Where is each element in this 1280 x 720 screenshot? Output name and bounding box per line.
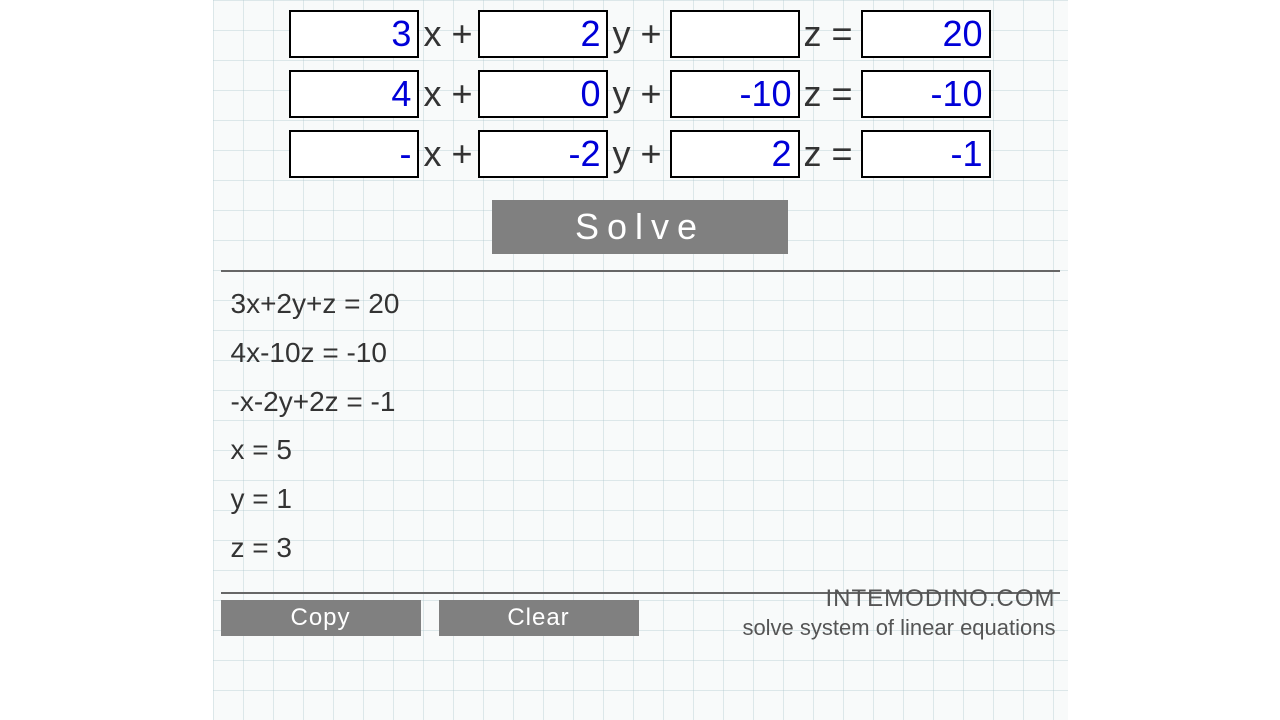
coef-1-rhs[interactable] [861,10,991,58]
label-x-plus: x + [419,73,478,115]
equations-input-area: x + y + z = x + y + z = x + y + z = [213,0,1068,184]
result-line: z = 3 [231,526,1050,571]
result-line: x = 5 [231,428,1050,473]
brand-block: INTEMODINO.COM solve system of linear eq… [742,584,1059,642]
coef-3-y[interactable] [478,130,608,178]
label-z-eq: z = [800,13,861,55]
coef-2-z[interactable] [670,70,800,118]
equation-row-2: x + y + z = [213,64,1068,124]
label-z-eq: z = [800,133,861,175]
label-y-plus: y + [608,13,669,55]
coef-3-rhs[interactable] [861,130,991,178]
footer: Copy Clear INTEMODINO.COM solve system o… [213,600,1068,642]
equation-row-3: x + y + z = [213,124,1068,184]
result-line: -x-2y+2z = -1 [231,380,1050,425]
label-x-plus: x + [419,133,478,175]
coef-2-x[interactable] [289,70,419,118]
coef-1-z[interactable] [670,10,800,58]
results-area: 3x+2y+z = 20 4x-10z = -10 -x-2y+2z = -1 … [213,272,1068,592]
solve-button[interactable]: Solve [492,200,788,254]
clear-button[interactable]: Clear [439,600,639,636]
coef-2-y[interactable] [478,70,608,118]
label-y-plus: y + [608,133,669,175]
result-line: 3x+2y+z = 20 [231,282,1050,327]
brand-tagline: solve system of linear equations [742,614,1055,642]
coef-3-z[interactable] [670,130,800,178]
result-line: y = 1 [231,477,1050,522]
copy-button[interactable]: Copy [221,600,421,636]
brand-site: INTEMODINO.COM [742,584,1055,614]
label-z-eq: z = [800,73,861,115]
result-line: 4x-10z = -10 [231,331,1050,376]
equation-row-1: x + y + z = [213,4,1068,64]
solve-row: Solve [213,200,1068,254]
equation-solver: x + y + z = x + y + z = x + y + z = [213,0,1068,720]
coef-3-x[interactable] [289,130,419,178]
coef-2-rhs[interactable] [861,70,991,118]
coef-1-y[interactable] [478,10,608,58]
label-x-plus: x + [419,13,478,55]
coef-1-x[interactable] [289,10,419,58]
label-y-plus: y + [608,73,669,115]
